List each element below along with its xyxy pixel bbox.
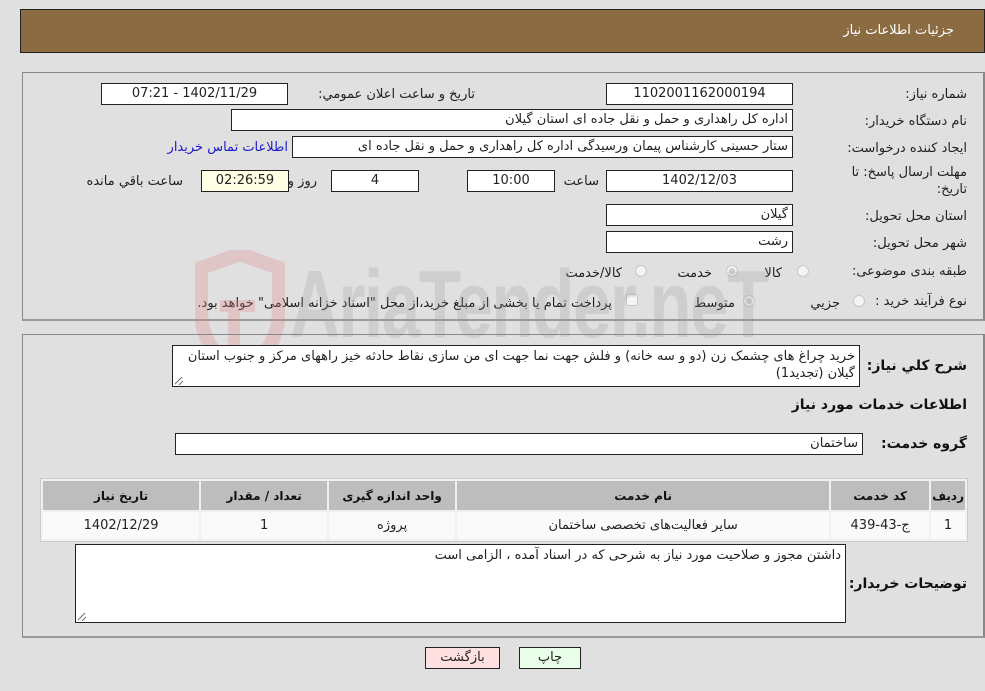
col-header-service-code: کد خدمت	[831, 481, 930, 510]
province-label: استان محل تحویل:	[865, 209, 967, 224]
table-row: 1 ج-43-439 سایر فعالیت‌های تخصصی ساختمان…	[43, 512, 965, 539]
resize-handle-icon[interactable]	[78, 613, 86, 621]
days-remaining-field: 4	[331, 170, 419, 192]
purchase-type-minor-label: جزيي	[810, 296, 840, 311]
city-label: شهر محل تحویل:	[872, 236, 967, 251]
remaining-time-label: ساعت باقي مانده	[86, 174, 183, 189]
cell-quantity: 1	[201, 512, 328, 539]
cell-row-number: 1	[931, 512, 965, 539]
category-label: طبقه بندی موضوعی:	[851, 264, 967, 279]
buyer-notes-textarea[interactable]: داشتن مجوز و صلاحیت مورد نیاز به شرحی که…	[75, 544, 846, 623]
purchase-type-medium-label: متوسط	[694, 296, 735, 311]
need-number-label: شماره نیاز:	[905, 87, 967, 102]
service-group-field: ساختمان	[175, 433, 863, 455]
col-header-row-number: ردیف	[931, 481, 965, 510]
category-goods-service-label: کالا/خدمت	[565, 266, 622, 281]
province-field: گیلان	[606, 204, 793, 226]
deadline-label: مهلت ارسال پاسخ: تا تاریخ:	[851, 165, 967, 197]
description-text: خرید چراغ های چشمک زن (دو و سه خانه) و ف…	[187, 349, 855, 381]
services-table: ردیف کد خدمت نام خدمت واحد اندازه گیری ت…	[40, 478, 968, 542]
treasury-checkbox[interactable]	[626, 294, 638, 306]
cell-service-name: سایر فعالیت‌های تخصصی ساختمان	[457, 512, 830, 539]
buyer-notes-label: توضیحات خریدار:	[848, 576, 967, 592]
col-header-need-date: تاریخ نیاز	[43, 481, 200, 510]
cell-unit: پروژه	[329, 512, 456, 539]
deadline-time-field: 10:00	[467, 170, 555, 192]
deadline-date-field: 1402/12/03	[606, 170, 793, 192]
remaining-time-field: 02:26:59	[201, 170, 289, 192]
treasury-note: پرداخت تمام یا بخشی از مبلغ خرید،از محل …	[197, 296, 612, 311]
col-header-service-name: نام خدمت	[457, 481, 830, 510]
purchase-type-radio-minor[interactable]	[853, 295, 865, 307]
creator-field: ستار حسینی کارشناس پیمان ورسیدگی اداره ک…	[292, 136, 793, 158]
resize-handle-icon[interactable]	[175, 377, 183, 385]
category-radio-service[interactable]	[726, 265, 738, 277]
page-title: جزئیات اطلاعات نیاز	[843, 23, 954, 38]
category-radio-goods-service[interactable]	[635, 265, 647, 277]
category-goods-label: کالا	[764, 266, 782, 281]
service-group-label: گروه خدمت:	[881, 436, 967, 452]
services-heading: اطلاعات خدمات مورد نیاز	[791, 397, 967, 413]
deadline-time-label: ساعت	[563, 174, 599, 189]
need-number-field: 1102001162000194	[606, 83, 793, 105]
buyer-notes-text: داشتن مجوز و صلاحیت مورد نیاز به شرحی که…	[434, 548, 841, 563]
category-service-label: خدمت	[677, 266, 712, 281]
announce-date-field: 1402/11/29 - 07:21	[101, 83, 288, 105]
announce-date-label: تاریخ و ساعت اعلان عمومي:	[318, 87, 475, 102]
buyer-org-field: اداره کل راهداری و حمل و نقل جاده ای است…	[231, 109, 793, 131]
purchase-type-radio-medium[interactable]	[743, 295, 755, 307]
back-button[interactable]: بازگشت	[425, 647, 500, 669]
col-header-unit: واحد اندازه گیری	[329, 481, 456, 510]
cell-service-code: ج-43-439	[831, 512, 930, 539]
description-label: شرح کلي نیاز:	[866, 358, 967, 374]
buyer-contact-link[interactable]: اطلاعات تماس خریدار	[168, 140, 288, 155]
table-header-row: ردیف کد خدمت نام خدمت واحد اندازه گیری ت…	[43, 481, 965, 510]
cell-need-date: 1402/12/29	[43, 512, 200, 539]
buyer-org-label: نام دستگاه خریدار:	[864, 114, 967, 129]
page-header: جزئیات اطلاعات نیاز	[20, 9, 985, 53]
creator-label: ایجاد کننده درخواست:	[847, 141, 967, 156]
days-label: روز و	[287, 174, 317, 189]
city-field: رشت	[606, 231, 793, 253]
col-header-quantity: تعداد / مقدار	[201, 481, 328, 510]
print-button[interactable]: چاپ	[519, 647, 581, 669]
category-radio-goods[interactable]	[797, 265, 809, 277]
purchase-type-label: نوع فرآیند خرید :	[875, 294, 967, 309]
description-textarea[interactable]: خرید چراغ های چشمک زن (دو و سه خانه) و ف…	[172, 345, 860, 387]
